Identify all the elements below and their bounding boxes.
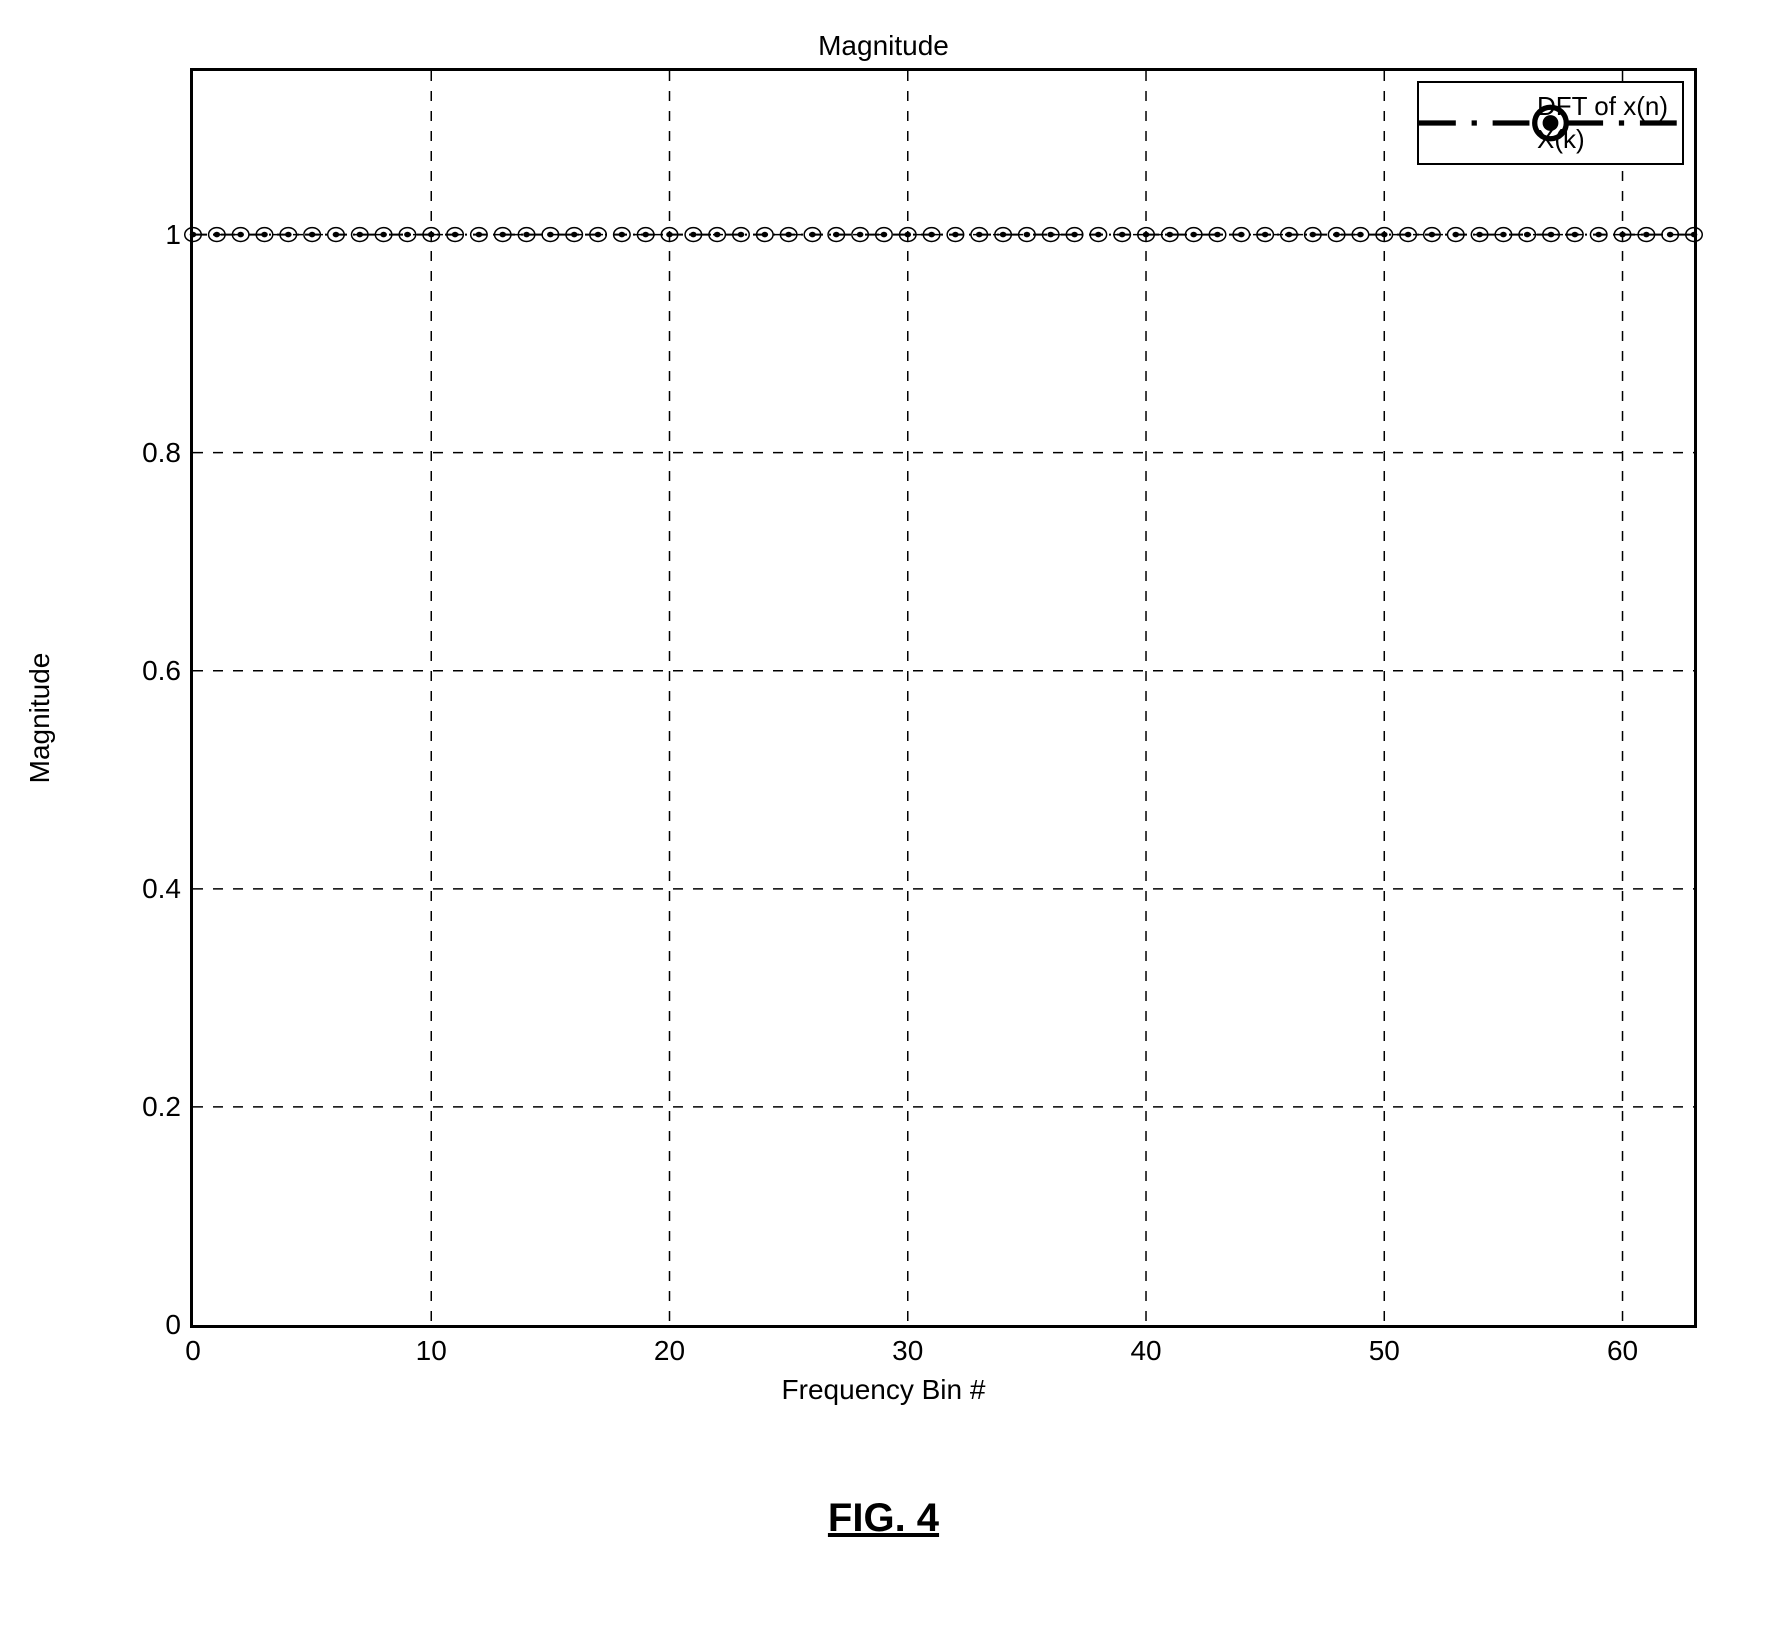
legend: DFT of x(n) X(k)	[1417, 81, 1684, 165]
x-tick-label: 50	[1369, 1325, 1400, 1367]
x-axis-label: Frequency Bin #	[0, 1374, 1767, 1406]
y-axis-label: Magnitude	[24, 653, 56, 784]
x-tick-label: 20	[654, 1325, 685, 1367]
y-tick-label: 1	[165, 219, 193, 251]
y-tick-label: 0.4	[142, 873, 193, 905]
y-tick-label: 0.2	[142, 1091, 193, 1123]
plot-wrapper: Magnitude DFT of x(n)	[150, 68, 1697, 1368]
plot-svg	[193, 71, 1694, 1325]
x-tick-label: 10	[416, 1325, 447, 1367]
figure-container: Magnitude Magnitude DFT of x(n)	[0, 0, 1767, 1639]
x-tick-label: 60	[1607, 1325, 1638, 1367]
circle-marker-icon	[1419, 83, 1682, 163]
x-tick-label: 40	[1130, 1325, 1161, 1367]
chart-title: Magnitude	[0, 30, 1767, 62]
x-tick-label: 30	[892, 1325, 923, 1367]
y-tick-label: 0.6	[142, 655, 193, 687]
figure-caption: FIG. 4	[0, 1496, 1767, 1541]
y-tick-label: 0.8	[142, 437, 193, 469]
legend-entry-xk: X(k)	[1427, 124, 1668, 155]
legend-swatch-xk	[1427, 129, 1527, 151]
plot-area: DFT of x(n) X(k) 00.20.40.60.81010203040…	[190, 68, 1697, 1328]
grid	[193, 71, 1694, 1325]
x-tick-label: 0	[185, 1325, 201, 1367]
